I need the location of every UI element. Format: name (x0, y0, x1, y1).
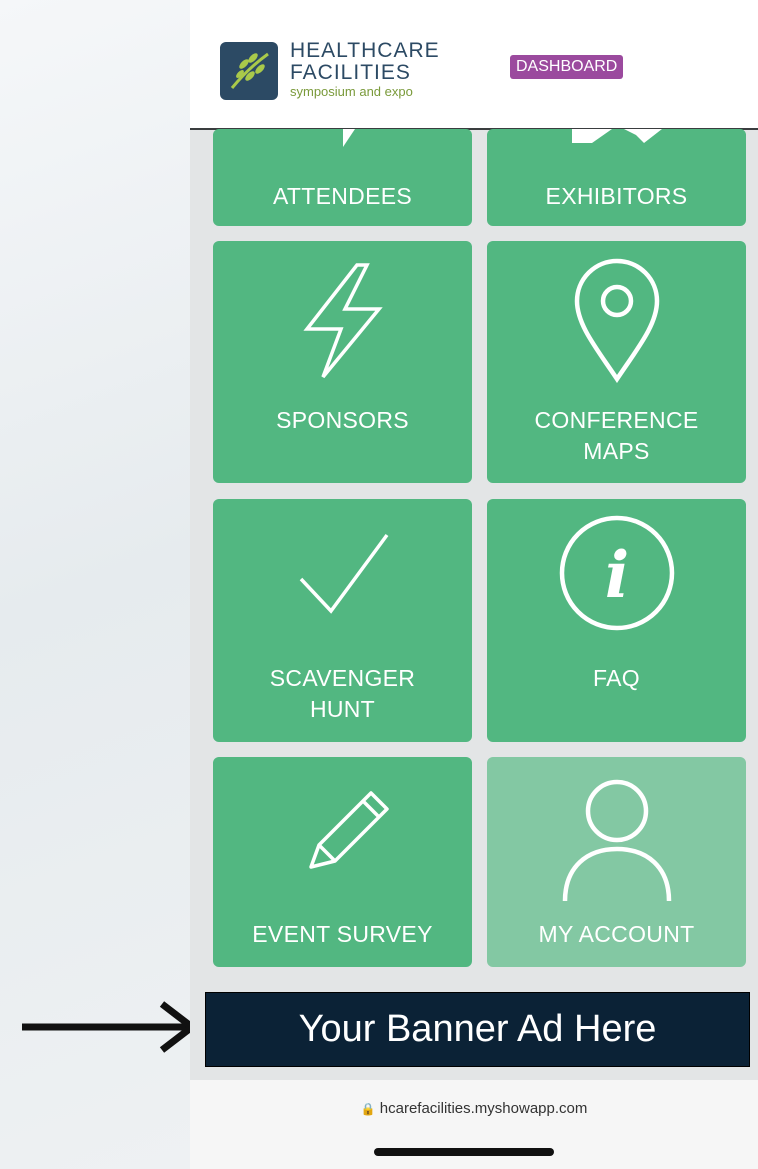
tile-label: EXHIBITORS (545, 183, 688, 209)
tile-label: SCAVENGER HUNT (269, 665, 416, 722)
logo-title-line1: HEALTHCARE (290, 39, 440, 62)
tile-label: ATTENDEES (272, 183, 412, 209)
dashboard-button[interactable]: DASHBOARD (510, 55, 624, 79)
pencil-icon (308, 791, 389, 869)
svg-text:i: i (604, 538, 628, 613)
tile-sponsors[interactable]: SPONSORS (213, 241, 472, 483)
exhibitors-icon (571, 129, 662, 143)
attendees-icon (342, 129, 355, 147)
tile-conference-maps[interactable]: CONFERENCE MAPS (487, 241, 746, 483)
logo-subtitle: symposium and expo (290, 84, 413, 99)
map-pin-icon (574, 258, 659, 383)
browser-url-bar[interactable]: 🔒 hcarefacilities.myshowapp.com (190, 1080, 758, 1169)
tile-label: CONFERENCE MAPS (534, 407, 699, 464)
info-icon: i (559, 515, 674, 631)
checkmark-icon (299, 533, 388, 614)
tile-label: SPONSORS (276, 407, 409, 433)
logo-text: HEALTHCARE FACILITIES symposium and expo (290, 40, 440, 100)
logo-mark[interactable] (220, 42, 278, 100)
lock-icon: 🔒 (360, 1102, 376, 1116)
app-header: HEALTHCARE FACILITIES symposium and expo… (190, 0, 758, 130)
tile-label: FAQ (593, 665, 640, 691)
tile-exhibitors[interactable]: EXHIBITORS (487, 129, 746, 226)
banner-ad[interactable]: Your Banner Ad Here (205, 992, 750, 1067)
user-icon (562, 779, 671, 902)
home-indicator[interactable] (374, 1148, 554, 1156)
url-display[interactable]: 🔒 hcarefacilities.myshowapp.com (190, 1100, 758, 1117)
tile-label: MY ACCOUNT (538, 921, 695, 947)
tile-scavenger-hunt[interactable]: SCAVENGER HUNT (213, 499, 472, 742)
tile-my-account[interactable]: MY ACCOUNT (487, 757, 746, 967)
leaf-logo-icon (230, 52, 269, 89)
tile-event-survey[interactable]: EVENT SURVEY (213, 757, 472, 967)
right-arrow-icon (22, 1001, 198, 1053)
lightning-icon (302, 263, 383, 379)
tile-faq[interactable]: i FAQ (487, 499, 746, 742)
background (0, 0, 200, 1169)
tile-label: EVENT SURVEY (252, 921, 433, 947)
url-text: hcarefacilities.myshowapp.com (379, 1100, 588, 1117)
logo-title-line2: FACILITIES (290, 61, 411, 84)
tile-attendees[interactable]: ATTENDEES (213, 129, 472, 226)
